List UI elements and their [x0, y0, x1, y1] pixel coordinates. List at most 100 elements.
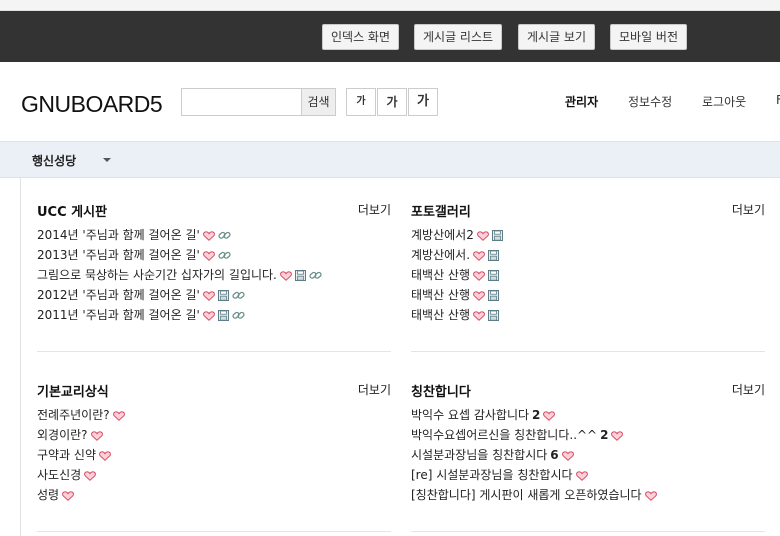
- heart-icon: [200, 228, 215, 242]
- post-title-link[interactable]: 계방산에서.: [411, 248, 470, 262]
- heart-icon: [470, 268, 485, 282]
- admin-link[interactable]: 관리자: [565, 93, 598, 110]
- list-item[interactable]: 계방산에서2: [411, 225, 503, 245]
- board-title[interactable]: 포토갤러리: [411, 201, 471, 220]
- font-size-large-button[interactable]: 가: [408, 88, 438, 116]
- post-title-link[interactable]: 시설분과장님을 칭찬합시다: [411, 448, 547, 462]
- post-title-link[interactable]: 태백산 산행: [411, 288, 470, 302]
- post-title-link[interactable]: 2013년 '주님과 함께 걸어온 길': [37, 248, 200, 262]
- board-title[interactable]: 기본교리상식: [37, 381, 109, 400]
- heart-icon: [474, 228, 489, 242]
- list-item[interactable]: 계방산에서.: [411, 245, 503, 265]
- logout-link[interactable]: 로그아웃: [702, 93, 746, 110]
- board-title[interactable]: UCC 게시판: [37, 201, 107, 220]
- edit-profile-link[interactable]: 정보수정: [628, 93, 672, 110]
- file-icon: [215, 288, 229, 302]
- board-divider: [411, 351, 765, 352]
- list-item[interactable]: 구약과 신약: [37, 445, 125, 465]
- list-item[interactable]: 박익수 요셉 감사합니다 2: [411, 405, 657, 425]
- heart-icon: [470, 248, 485, 262]
- link-icon: [306, 268, 322, 282]
- post-title-link[interactable]: 2011년 '주님과 함께 걸어온 길': [37, 308, 200, 322]
- list-item[interactable]: 사도신경: [37, 465, 125, 485]
- post-title-link[interactable]: 그림으로 묵상하는 사순기간 십자가의 길입니다.: [37, 268, 277, 282]
- board-divider: [37, 351, 391, 352]
- file-icon: [485, 288, 500, 302]
- heart-icon: [470, 288, 485, 302]
- list-item[interactable]: [re] 시설분과장님을 칭찬합시다: [411, 465, 657, 485]
- post-title-link[interactable]: 외경이란?: [37, 428, 88, 442]
- file-icon: [489, 228, 503, 242]
- search-input[interactable]: [181, 88, 302, 116]
- chevron-down-icon[interactable]: [103, 158, 111, 162]
- mobile-version-button[interactable]: 모바일 버전: [610, 24, 688, 50]
- comment-count: 6: [550, 448, 559, 462]
- list-item[interactable]: 태백산 산행: [411, 285, 503, 305]
- list-item[interactable]: 2012년 '주님과 함께 걸어온 길': [37, 285, 322, 305]
- post-title-link[interactable]: 태백산 산행: [411, 308, 470, 322]
- post-title-link[interactable]: 구약과 신약: [37, 448, 96, 462]
- list-item[interactable]: 외경이란?: [37, 425, 125, 445]
- post-title-link[interactable]: 사도신경: [37, 468, 81, 482]
- post-list: 계방산에서2 계방산에서. 태백산 산행 태백산 산행 태백산 산행: [411, 225, 503, 325]
- post-list-button[interactable]: 게시글 리스트: [414, 24, 503, 50]
- heart-icon: [110, 408, 125, 422]
- post-title-link[interactable]: 계방산에서2: [411, 228, 474, 242]
- link-icon: [229, 308, 245, 322]
- heart-icon: [59, 488, 74, 502]
- post-list: 2014년 '주님과 함께 걸어온 길' 2013년 '주님과 함께 걸어온 길'…: [37, 225, 322, 325]
- more-link[interactable]: 더보기: [358, 381, 391, 398]
- file-icon: [485, 308, 500, 322]
- board-title[interactable]: 칭찬합니다: [411, 381, 471, 400]
- top-strip: [0, 0, 780, 11]
- post-title-link[interactable]: 박익수요셉어르신을 칭찬합니다..^^: [411, 428, 597, 442]
- post-title-link[interactable]: 박익수 요셉 감사합니다: [411, 408, 529, 422]
- file-icon: [292, 268, 306, 282]
- heart-icon: [88, 428, 103, 442]
- more-link[interactable]: 더보기: [732, 201, 765, 218]
- board-divider: [37, 531, 391, 532]
- list-item[interactable]: 2014년 '주님과 함께 걸어온 길': [37, 225, 322, 245]
- list-item[interactable]: 2013년 '주님과 함께 걸어온 길': [37, 245, 322, 265]
- site-logo[interactable]: GNUBOARD5: [21, 91, 163, 118]
- heart-icon: [200, 248, 215, 262]
- post-title-link[interactable]: 태백산 산행: [411, 268, 470, 282]
- list-item[interactable]: 성령: [37, 485, 125, 505]
- file-icon: [485, 268, 500, 282]
- list-item[interactable]: 그림으로 묵상하는 사순기간 십자가의 길입니다.: [37, 265, 322, 285]
- gnb-menu-item[interactable]: 행신성당: [32, 152, 76, 169]
- heart-icon: [470, 308, 485, 322]
- heart-icon: [200, 308, 215, 322]
- list-item[interactable]: 전례주년이란?: [37, 405, 125, 425]
- more-link[interactable]: 더보기: [732, 381, 765, 398]
- list-item[interactable]: 시설분과장님을 칭찬합시다 6: [411, 445, 657, 465]
- more-link[interactable]: 더보기: [358, 201, 391, 218]
- post-title-link[interactable]: [칭찬합니다] 게시판이 새롭게 오픈하였습니다: [411, 488, 642, 502]
- file-icon: [485, 248, 500, 262]
- global-nav: 행신성당: [0, 141, 780, 178]
- post-view-button[interactable]: 게시글 보기: [518, 24, 596, 50]
- list-item[interactable]: 태백산 산행: [411, 265, 503, 285]
- list-item[interactable]: 박익수요셉어르신을 칭찬합니다..^^ 2: [411, 425, 657, 445]
- list-item[interactable]: 2011년 '주님과 함께 걸어온 길': [37, 305, 322, 325]
- heart-icon: [96, 448, 111, 462]
- index-view-button[interactable]: 인덱스 화면: [322, 24, 400, 50]
- search-button[interactable]: 검색: [301, 88, 336, 116]
- more-nav-link[interactable]: F: [776, 93, 780, 107]
- post-list: 박익수 요셉 감사합니다 2 박익수요셉어르신을 칭찬합니다..^^ 2 시설분과장님을…: [411, 405, 657, 505]
- list-item[interactable]: 태백산 산행: [411, 305, 503, 325]
- post-title-link[interactable]: 2012년 '주님과 함께 걸어온 길': [37, 288, 200, 302]
- font-size-medium-button[interactable]: 가: [377, 88, 407, 116]
- post-title-link[interactable]: [re] 시설분과장님을 칭찬합시다: [411, 468, 573, 482]
- left-divider: [20, 178, 21, 536]
- top-bar: 인덱스 화면 게시글 리스트 게시글 보기 모바일 버전: [0, 11, 780, 62]
- heart-icon: [540, 408, 556, 422]
- link-icon: [215, 248, 231, 262]
- post-title-link[interactable]: 전례주년이란?: [37, 408, 110, 422]
- post-title-link[interactable]: 성령: [37, 488, 59, 502]
- post-title-link[interactable]: 2014년 '주님과 함께 걸어온 길': [37, 228, 200, 242]
- heart-icon: [200, 288, 215, 302]
- file-icon: [215, 308, 229, 322]
- font-size-small-button[interactable]: 가: [346, 88, 376, 116]
- list-item[interactable]: [칭찬합니다] 게시판이 새롭게 오픈하였습니다: [411, 485, 657, 505]
